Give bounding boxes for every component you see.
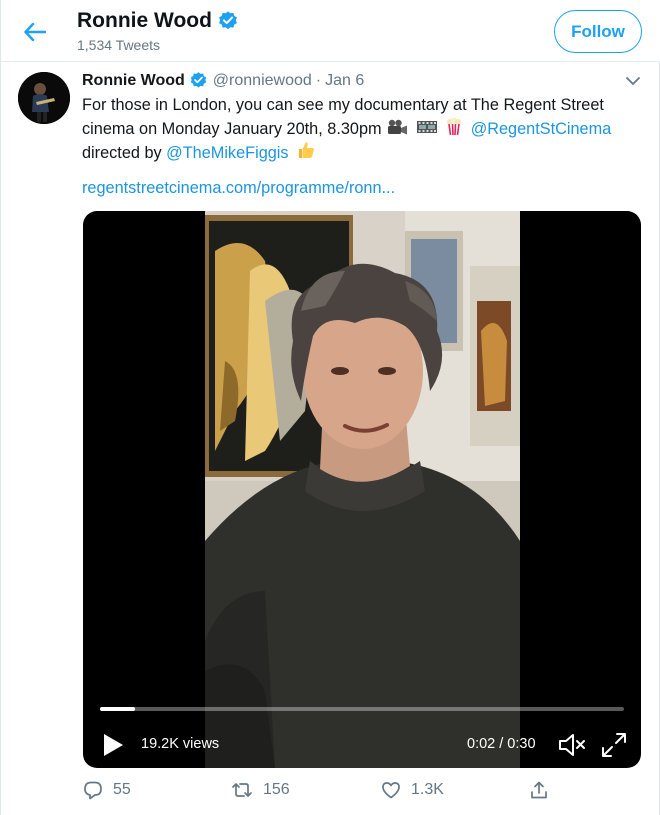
tweet-text-line2: cinema on Monday January 20th, 8.30pm [82,120,382,138]
tweet-author-name[interactable]: Ronnie Wood [82,72,185,90]
volume-muted-icon[interactable] [557,731,587,759]
tweet-text-line1: For those in London, you can see my docu… [82,96,604,114]
arrow-left-icon [24,23,46,41]
tweet-date[interactable]: Jan 6 [325,72,364,90]
like-count: 1.3K [411,781,444,798]
tweet-author-handle[interactable]: @ronniewood [213,72,312,90]
tweet-page: Ronnie Wood 1,534 Tweets Follow Ronnie W… [0,0,660,815]
verified-badge-icon [190,72,206,88]
tweet-url-link[interactable]: regentstreetcinema.com/programme/ronn... [82,179,395,198]
share-button[interactable] [529,780,549,800]
reply-count: 55 [113,781,131,798]
header-title: Ronnie Wood [77,9,239,33]
fullscreen-icon[interactable] [600,731,628,759]
video-frame [205,211,520,768]
header-name-text: Ronnie Wood [77,9,212,32]
mention-regentstcinema[interactable]: @RegentStCinema [471,120,612,138]
tweet-text-directed: directed by [82,144,167,162]
video-progress-fill [100,707,135,711]
avatar[interactable] [18,72,70,124]
heart-icon [382,782,400,799]
video-thumbnail-image [205,211,520,768]
retweet-count: 156 [263,781,290,798]
play-icon[interactable] [101,732,125,758]
like-button[interactable]: 1.3K [381,780,444,800]
film-frames-icon [416,121,437,133]
back-button[interactable] [19,16,51,48]
verified-badge-icon [219,11,237,30]
separator-dot: · [315,71,322,89]
avatar-photo [18,72,70,124]
chevron-down-icon[interactable] [625,74,641,88]
reply-icon [84,781,102,800]
retweet-button[interactable]: 156 [231,780,290,800]
mention-themikefiggis[interactable]: @TheMikeFiggis [166,144,288,162]
video-view-count: 19.2K views [141,736,220,752]
thumbs-up-icon [299,142,315,158]
retweet-icon [232,783,252,797]
video-progress-bar[interactable] [100,707,624,711]
tweet-text: For those in London, you can see my docu… [82,95,642,164]
tweet-count: 1,534 Tweets [77,37,161,53]
tweet-author-line: Ronnie Wood @ronniewood · Jan 6 [82,71,364,90]
video-timestamp: 0:02 / 0:30 [467,736,536,752]
movie-camera-icon [388,119,408,135]
profile-header: Ronnie Wood 1,534 Tweets Follow [1,0,660,62]
follow-button[interactable]: Follow [554,10,642,53]
reply-button[interactable]: 55 [83,780,131,800]
share-icon [531,781,547,799]
video-player[interactable]: 19.2K views 0:02 / 0:30 [83,211,641,768]
popcorn-icon [447,117,462,136]
